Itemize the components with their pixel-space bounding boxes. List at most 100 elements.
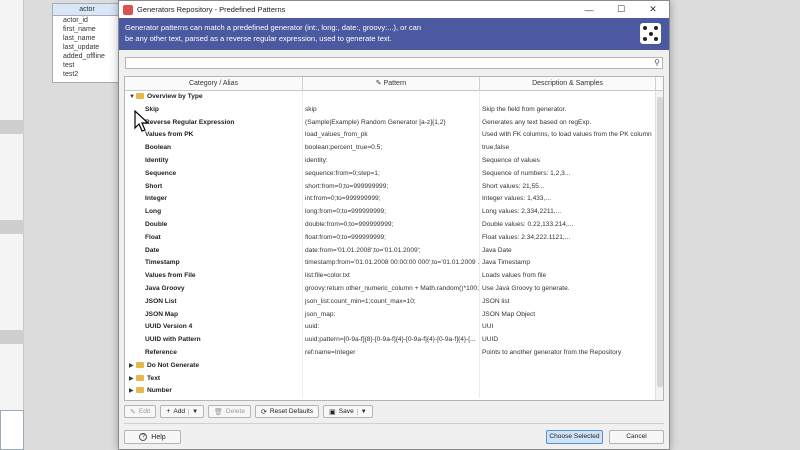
row-alias: Identity xyxy=(125,154,303,168)
background-actor-table[interactable]: actor actor_id first_name last_name last… xyxy=(52,3,122,83)
expand-arrow-icon[interactable]: ▶ xyxy=(129,360,136,373)
cancel-button[interactable]: Cancel xyxy=(609,430,664,444)
background-field: first_name xyxy=(63,26,96,33)
group-row-overview[interactable]: ▼ Overview by Type xyxy=(125,91,663,104)
column-header-pattern-label: Pattern xyxy=(383,80,407,87)
scrollbar-thumb[interactable] xyxy=(657,97,663,387)
minimize-button[interactable]: — xyxy=(573,1,605,18)
row-pattern: timestamp:from='01.01.2008 00:00:00 000'… xyxy=(303,257,480,271)
row-alias: Double xyxy=(125,218,303,232)
row-pattern: ref:name=Integer xyxy=(303,346,480,360)
table-row[interactable]: Double double:from=0;to=999999999; Double … xyxy=(125,218,663,232)
background-field: test xyxy=(63,62,75,69)
vertical-scrollbar[interactable] xyxy=(655,91,663,400)
table-row[interactable]: Values from PK load_values_from_pk Used wi… xyxy=(125,129,663,143)
table-row[interactable]: Short short:from=0;to=999999999; Short val… xyxy=(125,180,663,194)
background-stripe xyxy=(0,120,24,134)
reset-defaults-button[interactable]: ⟳ Reset Defaults xyxy=(254,405,320,418)
table-row[interactable]: Skip skip Skip the field from generator. xyxy=(125,103,663,117)
row-pattern: uuid:pattern=[0-9a-f]{8}-[0-9a-f]{4}-[0-… xyxy=(303,334,480,347)
row-pattern: (Sample|Example) Random Generator [a-z]{… xyxy=(303,116,480,130)
footer-separator xyxy=(124,423,664,424)
row-description: Skip the field from generator. xyxy=(480,103,656,117)
pencil-icon: ✎ xyxy=(375,80,384,87)
row-alias: Reference xyxy=(125,346,303,360)
background-stripe xyxy=(0,330,24,344)
row-description: Java Date xyxy=(480,244,656,258)
table-row[interactable]: Reference ref:name=Integer Points to anoth… xyxy=(125,346,663,360)
row-alias: JSON Map xyxy=(125,308,303,322)
app-icon xyxy=(123,4,133,15)
patterns-grid[interactable]: Category / Alias ✎ Pattern Description &… xyxy=(124,76,664,401)
column-header-alias[interactable]: Category / Alias xyxy=(125,77,303,90)
row-pattern: date:from='01.01.2008';to='01.01.2009'; xyxy=(303,244,480,258)
table-row[interactable]: Identity identity: Sequence of values xyxy=(125,154,663,168)
table-row[interactable]: UUID with Pattern uuid:pattern=[0-9a-f]{8… xyxy=(125,334,663,347)
group-row[interactable]: ▶ Text xyxy=(125,372,663,386)
row-pattern: identity: xyxy=(303,154,480,168)
question-icon: ? xyxy=(139,433,148,441)
close-button[interactable]: ✕ xyxy=(637,1,669,18)
table-row[interactable]: Boolean boolean:percent_true=0.5; true,fal… xyxy=(125,142,663,155)
add-button[interactable]: + Add ▼ xyxy=(160,405,205,418)
search-icon[interactable]: ⚲ xyxy=(654,58,660,67)
group-label: Overview by Type xyxy=(147,93,203,100)
chevron-down-icon[interactable]: ▼ xyxy=(188,408,198,415)
row-description: Use Java Groovy to generate. xyxy=(480,282,656,296)
background-field: last_update xyxy=(63,44,100,51)
row-pattern: int:from=0;to=999999999; xyxy=(303,193,480,207)
row-alias: Short xyxy=(125,180,303,194)
column-header-description[interactable]: Description & Samples xyxy=(480,77,656,90)
delete-button[interactable]: 🗑 Delete xyxy=(208,405,251,418)
dialog-titlebar[interactable]: Generators Repository - Predefined Patte… xyxy=(119,1,669,18)
row-description: Float values: 2.34,222.1121,... xyxy=(480,231,656,245)
row-pattern: boolean:percent_true=0.5; xyxy=(303,142,480,155)
table-row[interactable]: Date date:from='01.01.2008';to='01.01.200… xyxy=(125,244,663,258)
collapse-arrow-icon[interactable]: ▼ xyxy=(129,91,136,104)
table-row[interactable]: Values from File list:file=color.txt Loads… xyxy=(125,270,663,283)
maximize-button[interactable]: ☐ xyxy=(605,1,637,18)
expand-arrow-icon[interactable]: ▶ xyxy=(129,385,136,398)
table-row[interactable]: Reverse Regular Expression (Sample|Exampl… xyxy=(125,116,663,130)
background-field: actor_id xyxy=(63,17,88,24)
table-row[interactable]: Timestamp timestamp:from='01.01.2008 00:0… xyxy=(125,257,663,271)
group-row[interactable]: ▶ Do Not Generate xyxy=(125,359,663,373)
table-row[interactable]: JSON List json_list:count_min=1;count_max… xyxy=(125,295,663,309)
row-description: UUI xyxy=(480,321,656,335)
row-pattern: list:file=color.txt xyxy=(303,270,480,283)
table-row[interactable]: JSON Map json_map: JSON Map Object xyxy=(125,308,663,322)
table-row[interactable]: Float float:from=0;to=999999999; Float val… xyxy=(125,231,663,245)
group-label: Do Not Generate xyxy=(147,361,200,369)
row-alias: Date xyxy=(125,244,303,258)
table-row[interactable]: Sequence sequence:from=0;step=1; Sequence … xyxy=(125,167,663,181)
generators-dialog: Generators Repository - Predefined Patte… xyxy=(118,0,670,450)
search-input[interactable]: ⚲ xyxy=(125,57,663,69)
edit-button[interactable]: ✎ Edit xyxy=(124,405,157,418)
expand-arrow-icon[interactable]: ▶ xyxy=(129,373,136,386)
table-row[interactable]: Java Groovy groovy:return other_numeric_c… xyxy=(125,282,663,296)
folder-icon xyxy=(136,387,144,394)
table-row[interactable]: Long long:from=0;to=999999999; Long values… xyxy=(125,206,663,219)
table-row[interactable]: UUID Version 4 uuid: UUI xyxy=(125,321,663,335)
row-alias: Skip xyxy=(125,103,303,117)
row-pattern: long:from=0;to=999999999; xyxy=(303,206,480,219)
grid-header: Category / Alias ✎ Pattern Description &… xyxy=(125,77,663,91)
help-label: Help xyxy=(151,433,166,441)
folder-icon xyxy=(136,93,144,99)
table-row[interactable]: Integer int:from=0;to=999999999; Integer v… xyxy=(125,193,663,207)
dice-icon xyxy=(640,23,661,44)
row-pattern: skip xyxy=(303,103,480,117)
row-description: Double values: 0.22,133.214,... xyxy=(480,218,656,232)
group-row[interactable]: ▶ Number xyxy=(125,385,663,399)
help-button[interactable]: ? Help xyxy=(124,430,181,444)
row-alias: Reverse Regular Expression xyxy=(125,116,303,130)
row-alias: Long xyxy=(125,206,303,219)
choose-selected-button[interactable]: Choose Selected xyxy=(546,430,603,444)
row-alias: Sequence xyxy=(125,167,303,181)
banner-line: be any other text, parsed as a reverse r… xyxy=(125,34,392,43)
column-header-pattern[interactable]: ✎ Pattern xyxy=(303,77,480,90)
chevron-down-icon[interactable]: ▼ xyxy=(356,408,367,415)
pencil-icon: ✎ xyxy=(130,408,136,416)
save-button[interactable]: ▣ Save ▼ xyxy=(323,405,373,418)
add-label: Add xyxy=(173,408,186,415)
